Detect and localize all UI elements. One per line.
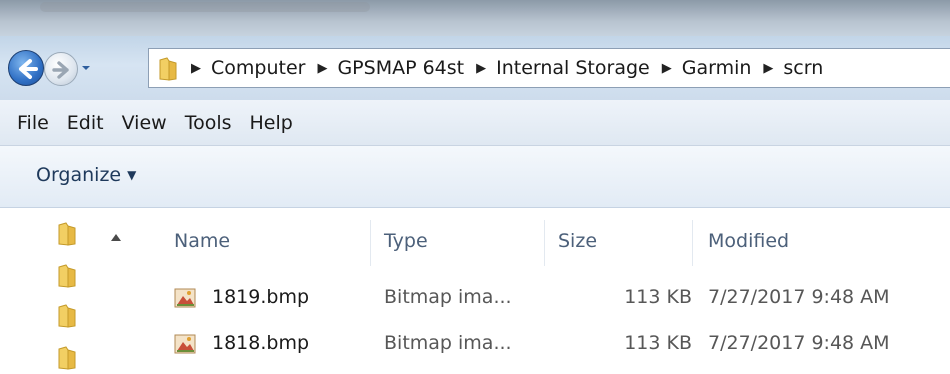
navigation-bar: ▶ Computer ▶ GPSMAP 64st ▶ Internal Storag… [0, 36, 950, 100]
folder-icon[interactable] [56, 264, 78, 288]
column-header-name[interactable]: Name [174, 230, 230, 252]
file-modified: 7/27/2017 9:48 AM [708, 332, 890, 354]
breadcrumb-item-scrn[interactable]: scrn [783, 57, 823, 79]
back-button[interactable] [8, 50, 44, 86]
breadcrumb-item-internal-storage[interactable]: Internal Storage ▶ [496, 57, 682, 79]
breadcrumb-item-computer[interactable]: Computer ▶ [211, 57, 337, 79]
breadcrumb-label: scrn [783, 57, 824, 79]
breadcrumb-item-gpsmap[interactable]: GPSMAP 64st ▶ [337, 57, 496, 79]
file-modified: 7/27/2017 9:48 AM [708, 286, 890, 308]
breadcrumb-label: Garmin [681, 57, 752, 79]
column-header-row: Name Type Size Modified [148, 220, 950, 266]
organize-button[interactable]: Organize ▼ [36, 164, 136, 186]
address-bar[interactable]: ▶ Computer ▶ GPSMAP 64st ▶ Internal Storag… [148, 48, 950, 88]
file-name: 1819.bmp [212, 286, 310, 308]
folder-icon[interactable] [56, 346, 78, 370]
title-bar-blur [40, 2, 370, 12]
menu-edit[interactable]: Edit [58, 112, 113, 134]
back-arrow-icon [19, 59, 38, 79]
column-divider[interactable] [370, 220, 371, 266]
forward-button[interactable] [44, 52, 78, 86]
window-title-bar[interactable] [0, 0, 950, 36]
file-list: Name Type Size Modified 1819.bmp Bitmap … [148, 208, 950, 374]
bitmap-file-icon [174, 288, 196, 308]
chevron-down-icon: ▼ [127, 168, 137, 182]
folder-icon[interactable] [56, 304, 78, 328]
file-type: Bitmap ima... [384, 286, 512, 308]
menu-view[interactable]: View [113, 112, 176, 134]
column-divider[interactable] [692, 220, 693, 266]
breadcrumb-label: Internal Storage [496, 57, 650, 79]
breadcrumb-item-garmin[interactable]: Garmin ▶ [682, 57, 784, 79]
scroll-up-arrow-icon[interactable] [110, 232, 122, 242]
table-row[interactable]: 1819.bmp Bitmap ima... 113 KB 7/27/2017 … [148, 282, 950, 316]
breadcrumb: ▶ Computer ▶ GPSMAP 64st ▶ Internal Storag… [185, 49, 823, 87]
breadcrumb-label: GPSMAP 64st [337, 57, 465, 79]
table-row[interactable]: 1818.bmp Bitmap ima... 113 KB 7/27/2017 … [148, 328, 950, 362]
folder-icon [159, 57, 177, 81]
column-header-modified[interactable]: Modified [708, 230, 789, 252]
navigation-pane[interactable] [0, 208, 148, 374]
organize-label: Organize [36, 164, 122, 186]
column-header-size[interactable]: Size [558, 230, 597, 252]
breadcrumb-separator[interactable]: ▶ [185, 61, 211, 76]
menu-bar: File Edit View Tools Help [0, 100, 950, 146]
folder-icon[interactable] [56, 222, 78, 246]
breadcrumb-label: Computer [211, 57, 306, 79]
menu-tools[interactable]: Tools [176, 112, 241, 134]
forward-arrow-icon [52, 61, 69, 79]
menu-file[interactable]: File [8, 112, 58, 134]
column-header-type[interactable]: Type [384, 230, 428, 252]
file-name: 1818.bmp [212, 332, 310, 354]
file-size: 113 KB [624, 332, 692, 354]
chevron-down-icon[interactable] [80, 62, 92, 74]
command-bar: Organize ▼ [0, 146, 950, 208]
bitmap-file-icon [174, 334, 196, 354]
file-size: 113 KB [624, 286, 692, 308]
column-divider[interactable] [544, 220, 545, 266]
menu-help[interactable]: Help [241, 112, 302, 134]
file-type: Bitmap ima... [384, 332, 512, 354]
